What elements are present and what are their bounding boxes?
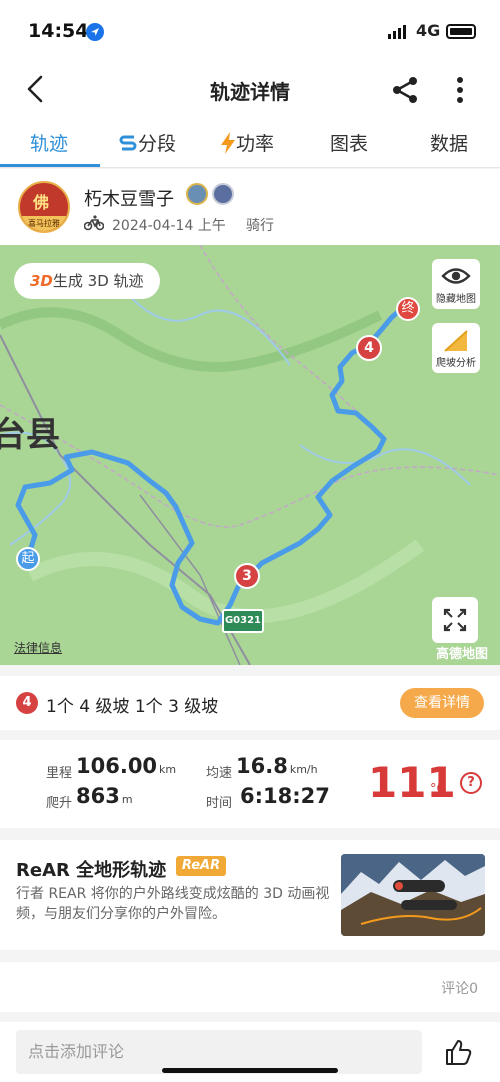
rear-promo-card[interactable]: ReAR 全地形轨迹 ReAR 行者 REAR 将你的户外路线变成炫酷的 3D … [0,840,500,950]
comments-header: 评论0 [0,962,500,1012]
slope-summary-text: 1个 4 级坡 1个 3 级坡 [46,697,219,717]
tab-data[interactable]: 数据 [430,129,468,156]
rear-title: ReAR 全地形轨迹 [16,860,167,881]
tab-segments-label: 分段 [138,133,177,155]
slope-summary: 4 1个 4 级坡 1个 3 级坡 查看详情 [0,676,500,730]
rear-preview-image[interactable] [341,854,485,936]
share-icon[interactable] [390,75,420,105]
county-label: 台县 [0,415,60,455]
slope-icon [444,330,468,352]
map-provider-logo: 高德地图 [436,647,489,662]
user-name[interactable]: 朽木豆雪子 [84,185,174,211]
distance-label: 里程 [46,766,73,781]
slope-level-icon: 4 [16,692,38,714]
signal-icon [388,25,406,39]
tab-charts[interactable]: 图表 [330,129,368,156]
page-title: 轨迹详情 [210,80,290,104]
avatar[interactable]: 佛 喜马拉雅 [18,181,70,233]
battery-icon [446,24,476,39]
speed-value: 16.8 km/h [236,754,318,778]
more-options-icon[interactable] [450,75,470,105]
climb-label: 爬升 [46,796,73,811]
map-canvas [0,245,500,665]
climb-analysis-label: 爬坡分析 [436,358,476,369]
3d-badge: 3D [30,272,53,290]
rear-logo: ReAR [176,856,226,876]
segment-icon [119,135,137,151]
climb-marker-4[interactable]: 4 [356,335,382,361]
tab-power-label: 功率 [236,133,275,155]
speed-label: 均速 [206,766,233,781]
ride-stats: 里程 106.00 km 爬升 863 m 均速 16.8 km/h 时间 6:18:… [0,740,500,828]
generate-3d-button[interactable]: 3D生成 3D 轨迹 [14,263,160,299]
tab-track[interactable]: 轨迹 [30,129,68,156]
nav-bar: 轨迹详情 [0,60,500,118]
tab-segments[interactable]: 分段 [118,129,176,156]
rear-description: 行者 REAR 将你的户外路线变成炫酷的 3D 动画视频，与朋友们分享你的户外冒… [16,886,330,922]
thumbs-up-icon[interactable] [444,1038,472,1066]
route-map[interactable]: 3D生成 3D 轨迹 隐藏地图 爬坡分析 台县 起 终 4 3 G0321 法律… [0,245,500,665]
bike-icon [84,215,104,231]
avatar-tag: 喜马拉雅 [20,216,68,231]
status-time: 14:54 [28,20,89,42]
lightning-icon [221,132,235,154]
start-marker[interactable]: 起 [16,547,40,571]
climb-analysis-button[interactable]: 爬坡分析 [432,323,480,373]
end-marker[interactable]: 终 [396,297,420,321]
distance-value: 106.00 km [76,754,177,778]
network-type: 4G [416,21,441,40]
climb-marker-3[interactable]: 3 [234,563,260,589]
time-label: 时间 [206,796,233,811]
comment-count: 评论0 [441,981,478,997]
user-header: 佛 喜马拉雅 朽木豆雪子 2024-04-14 上午 骑行 [0,169,500,245]
home-indicator [162,1068,338,1073]
medal-badge-icon[interactable] [186,183,208,205]
expand-icon [443,608,467,632]
help-icon[interactable]: ? [460,772,482,794]
time-value: 6:18:27 [240,784,330,808]
tab-indicator [0,164,100,167]
comment-bar: 点击添加评论 [0,1022,500,1082]
climb-value: 863 m [76,784,133,808]
status-bar: 14:54 4G [0,0,500,60]
location-icon [86,23,104,41]
avatar-char: 佛 [33,193,50,212]
hide-map-button[interactable]: 隐藏地图 [432,259,480,309]
tab-power[interactable]: 功率 [220,129,274,156]
hide-map-label: 隐藏地图 [436,294,476,305]
generate-3d-label: 生成 3D 轨迹 [52,272,144,290]
ride-date: 2024-04-14 上午 [112,218,226,234]
view-details-button[interactable]: 查看详情 [400,688,484,718]
road-shield: G0321 [222,609,264,633]
eye-icon [441,268,471,284]
temperature-unit: °C [430,782,446,797]
ride-type: 骑行 [246,218,274,234]
legal-info-link[interactable]: 法律信息 [14,639,62,656]
fullscreen-button[interactable] [432,597,478,643]
tab-bar: 轨迹 分段 功率 图表 数据 [0,118,500,168]
medal-badge-icon[interactable] [212,183,234,205]
